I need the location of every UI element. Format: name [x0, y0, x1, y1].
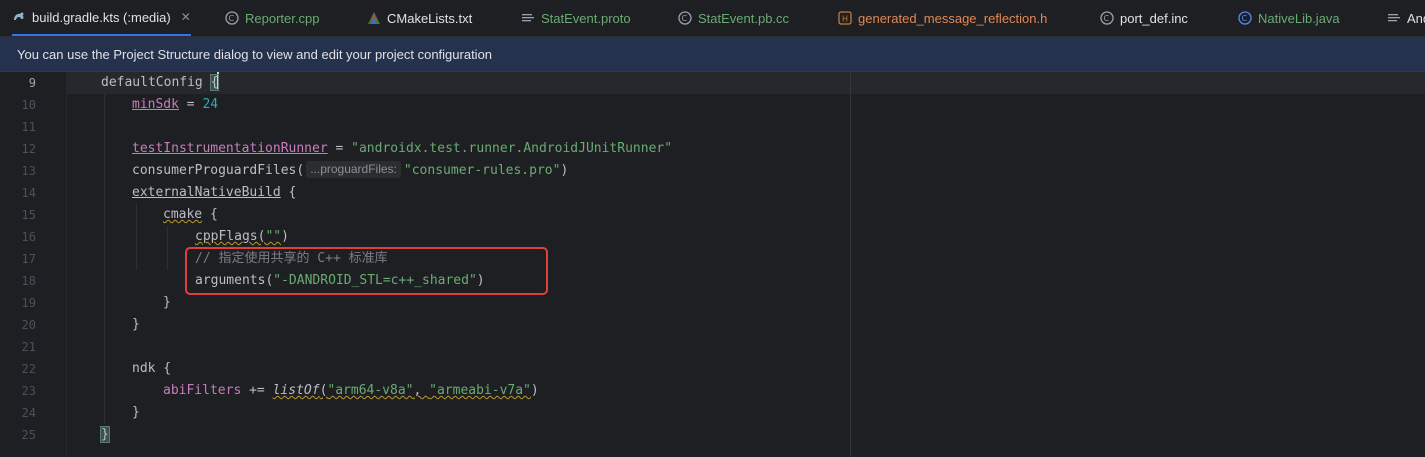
indent-guide — [136, 204, 137, 270]
tab-label: And — [1407, 10, 1425, 26]
line-number: 17 — [21, 252, 36, 266]
tab-label: CMakeLists.txt — [387, 10, 473, 26]
cpp-file-icon: C — [225, 11, 239, 25]
annotation-highlight-box — [185, 247, 548, 295]
indent-guide — [104, 94, 105, 424]
code-line[interactable]: cmake { — [163, 204, 218, 226]
line-number: 11 — [21, 120, 36, 134]
line-number: 10 — [21, 98, 36, 112]
close-tab-icon[interactable]: ✕ — [181, 10, 191, 24]
line-number: 13 — [21, 164, 36, 178]
header-file-icon: H — [838, 11, 852, 25]
line-number: 19 — [21, 296, 36, 310]
parameter-hint: ...proguardFiles: — [306, 161, 401, 178]
code-line[interactable]: testInstrumentationRunner = "androidx.te… — [132, 138, 672, 160]
cmake-icon — [368, 12, 380, 24]
tab-statevent-pb-cc[interactable]: C StatEvent.pb.cc — [678, 0, 789, 36]
tab-label: generated_message_reflection.h — [858, 10, 1048, 26]
code-line[interactable]: consumerProguardFiles(...proguardFiles: "… — [132, 160, 568, 182]
line-number: 25 — [21, 428, 36, 442]
indent-guide — [167, 226, 168, 270]
line-number: 16 — [21, 230, 36, 244]
code-editor[interactable]: 9 10 11 12 13 14 15 16 17 18 19 20 21 22… — [0, 72, 1425, 457]
tab-label: StatEvent.proto — [541, 10, 631, 26]
tab-port-def-inc[interactable]: C port_def.inc — [1100, 0, 1188, 36]
editor-tab-bar: build.gradle.kts (:media) ✕ C Reporter.c… — [0, 0, 1425, 37]
text-caret — [217, 72, 220, 89]
svg-text:H: H — [842, 15, 848, 24]
svg-text:C: C — [1104, 14, 1110, 23]
line-number: 24 — [21, 406, 36, 420]
code-line[interactable]: minSdk = 24 — [132, 94, 218, 116]
gutter-separator — [66, 72, 67, 457]
line-number: 14 — [21, 186, 36, 200]
tab-label: Reporter.cpp — [245, 10, 320, 26]
tab-label: port_def.inc — [1120, 10, 1188, 26]
code-line[interactable]: abiFilters += listOf("arm64-v8a", "armea… — [163, 380, 539, 402]
line-number: 22 — [21, 362, 36, 376]
project-structure-banner: You can use the Project Structure dialog… — [0, 37, 1425, 72]
line-number: 9 — [28, 76, 36, 90]
cpp-file-icon: C — [1100, 11, 1114, 25]
code-line[interactable]: externalNativeBuild { — [132, 182, 296, 204]
svg-text:C: C — [1242, 14, 1248, 23]
cpp-file-icon: C — [678, 11, 692, 25]
java-class-icon: C — [1238, 11, 1252, 25]
tab-build-gradle[interactable]: build.gradle.kts (:media) ✕ — [12, 0, 191, 36]
code-line[interactable]: } — [100, 424, 110, 446]
text-file-icon — [522, 14, 534, 22]
line-number: 15 — [21, 208, 36, 222]
gradle-icon — [14, 12, 24, 20]
tab-label: NativeLib.java — [1258, 10, 1340, 26]
tab-reporter-cpp[interactable]: C Reporter.cpp — [225, 0, 319, 36]
tab-overflow[interactable]: And — [1387, 0, 1425, 36]
code-line[interactable]: defaultConfig { — [101, 72, 220, 94]
line-number: 21 — [21, 340, 36, 354]
line-number-gutter[interactable]: 9 10 11 12 13 14 15 16 17 18 19 20 21 22… — [0, 72, 66, 457]
line-number: 12 — [21, 142, 36, 156]
tab-label: build.gradle.kts (:media) — [32, 9, 171, 25]
code-line[interactable]: } — [163, 292, 171, 314]
tab-label: StatEvent.pb.cc — [698, 10, 790, 26]
line-number: 20 — [21, 318, 36, 332]
svg-text:C: C — [229, 14, 235, 23]
code-line[interactable]: } — [132, 314, 140, 336]
right-margin-guide — [850, 72, 851, 457]
tab-generated-message-reflection[interactable]: H generated_message_reflection.h — [838, 0, 1047, 36]
tab-statevent-proto[interactable]: StatEvent.proto — [521, 0, 631, 36]
line-number: 18 — [21, 274, 36, 288]
svg-text:C: C — [682, 14, 688, 23]
tab-nativelib-java[interactable]: C NativeLib.java — [1238, 0, 1340, 36]
tab-cmakelists[interactable]: CMakeLists.txt — [367, 0, 472, 36]
code-line[interactable]: cppFlags("") — [195, 226, 289, 248]
line-number: 23 — [21, 384, 36, 398]
code-line[interactable]: } — [132, 402, 140, 424]
text-file-icon — [1388, 14, 1400, 22]
banner-text: You can use the Project Structure dialog… — [17, 46, 493, 62]
code-line[interactable]: ndk { — [132, 358, 171, 380]
